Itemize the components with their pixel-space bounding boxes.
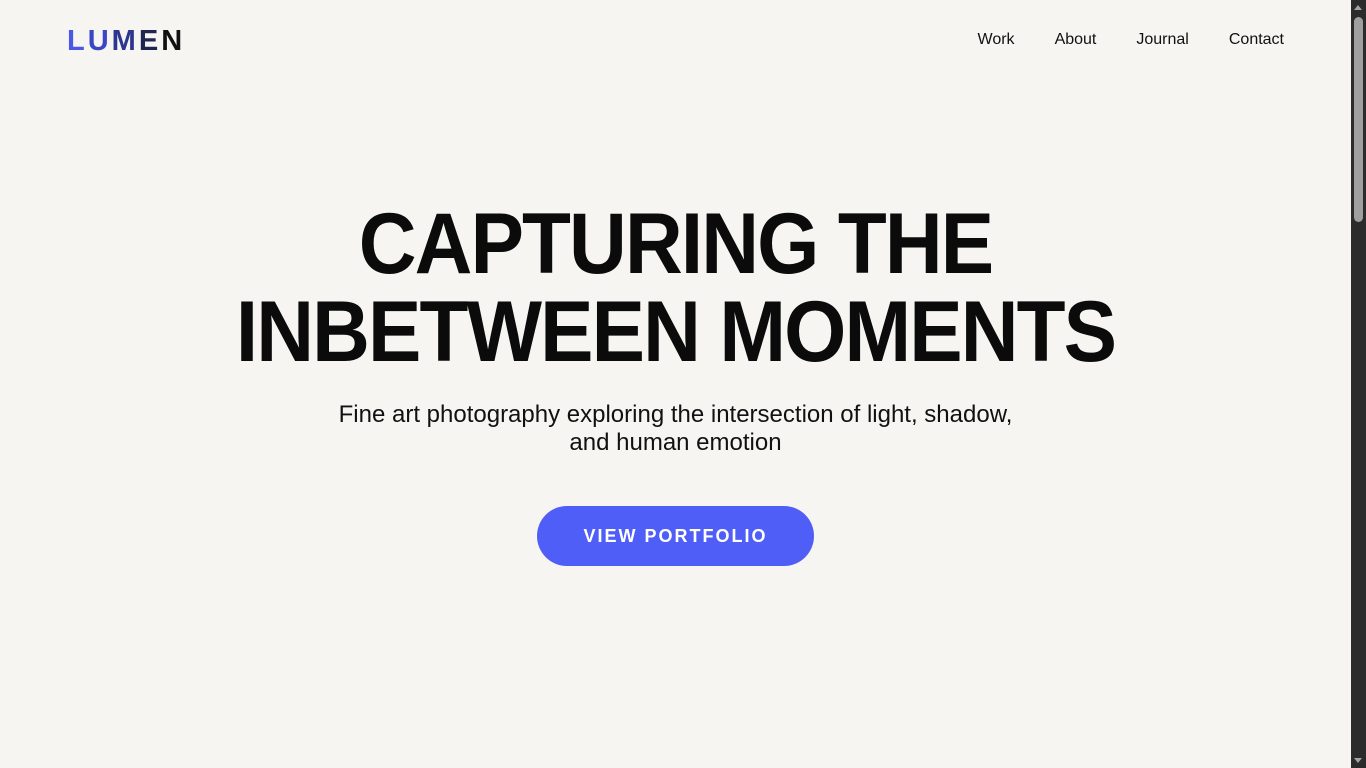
hero-title-line: INBETWEEN MOMENTS <box>235 284 1117 380</box>
logo-letter: L <box>67 25 88 57</box>
logo-letter: U <box>87 25 112 57</box>
nav-link-about[interactable]: About <box>1055 30 1097 50</box>
nav-link-journal[interactable]: Journal <box>1136 30 1188 50</box>
brand-logo[interactable]: LUMEN <box>67 24 185 58</box>
hero-subtitle-line: Fine art photography exploring the inter… <box>338 401 1013 428</box>
hero-title-line: CAPTURING THE <box>358 196 994 292</box>
scrollbar-thumb[interactable] <box>1354 17 1363 222</box>
hero-subtitle-line: and human emotion <box>569 429 782 456</box>
nav-link-work[interactable]: Work <box>978 30 1015 50</box>
logo-letter: N <box>161 25 186 57</box>
nav-link-contact[interactable]: Contact <box>1229 30 1284 50</box>
main-nav: Work About Journal Contact <box>978 30 1284 50</box>
hero-subtitle: Fine art photography exploring the inter… <box>0 401 1351 457</box>
page: LUMEN Work About Journal Contact CAPTURI… <box>0 0 1351 768</box>
site-header: LUMEN Work About Journal Contact <box>0 0 1351 82</box>
scroll-down-arrow-icon[interactable] <box>1351 753 1366 768</box>
logo-letter: E <box>138 25 162 57</box>
hero-title: CAPTURING THE INBETWEEN MOMENTS <box>47 200 1303 376</box>
view-portfolio-button[interactable]: VIEW PORTFOLIO <box>537 506 814 566</box>
scroll-up-arrow-icon[interactable] <box>1351 0 1366 15</box>
logo-letter: M <box>111 25 139 57</box>
vertical-scrollbar[interactable] <box>1351 0 1366 768</box>
